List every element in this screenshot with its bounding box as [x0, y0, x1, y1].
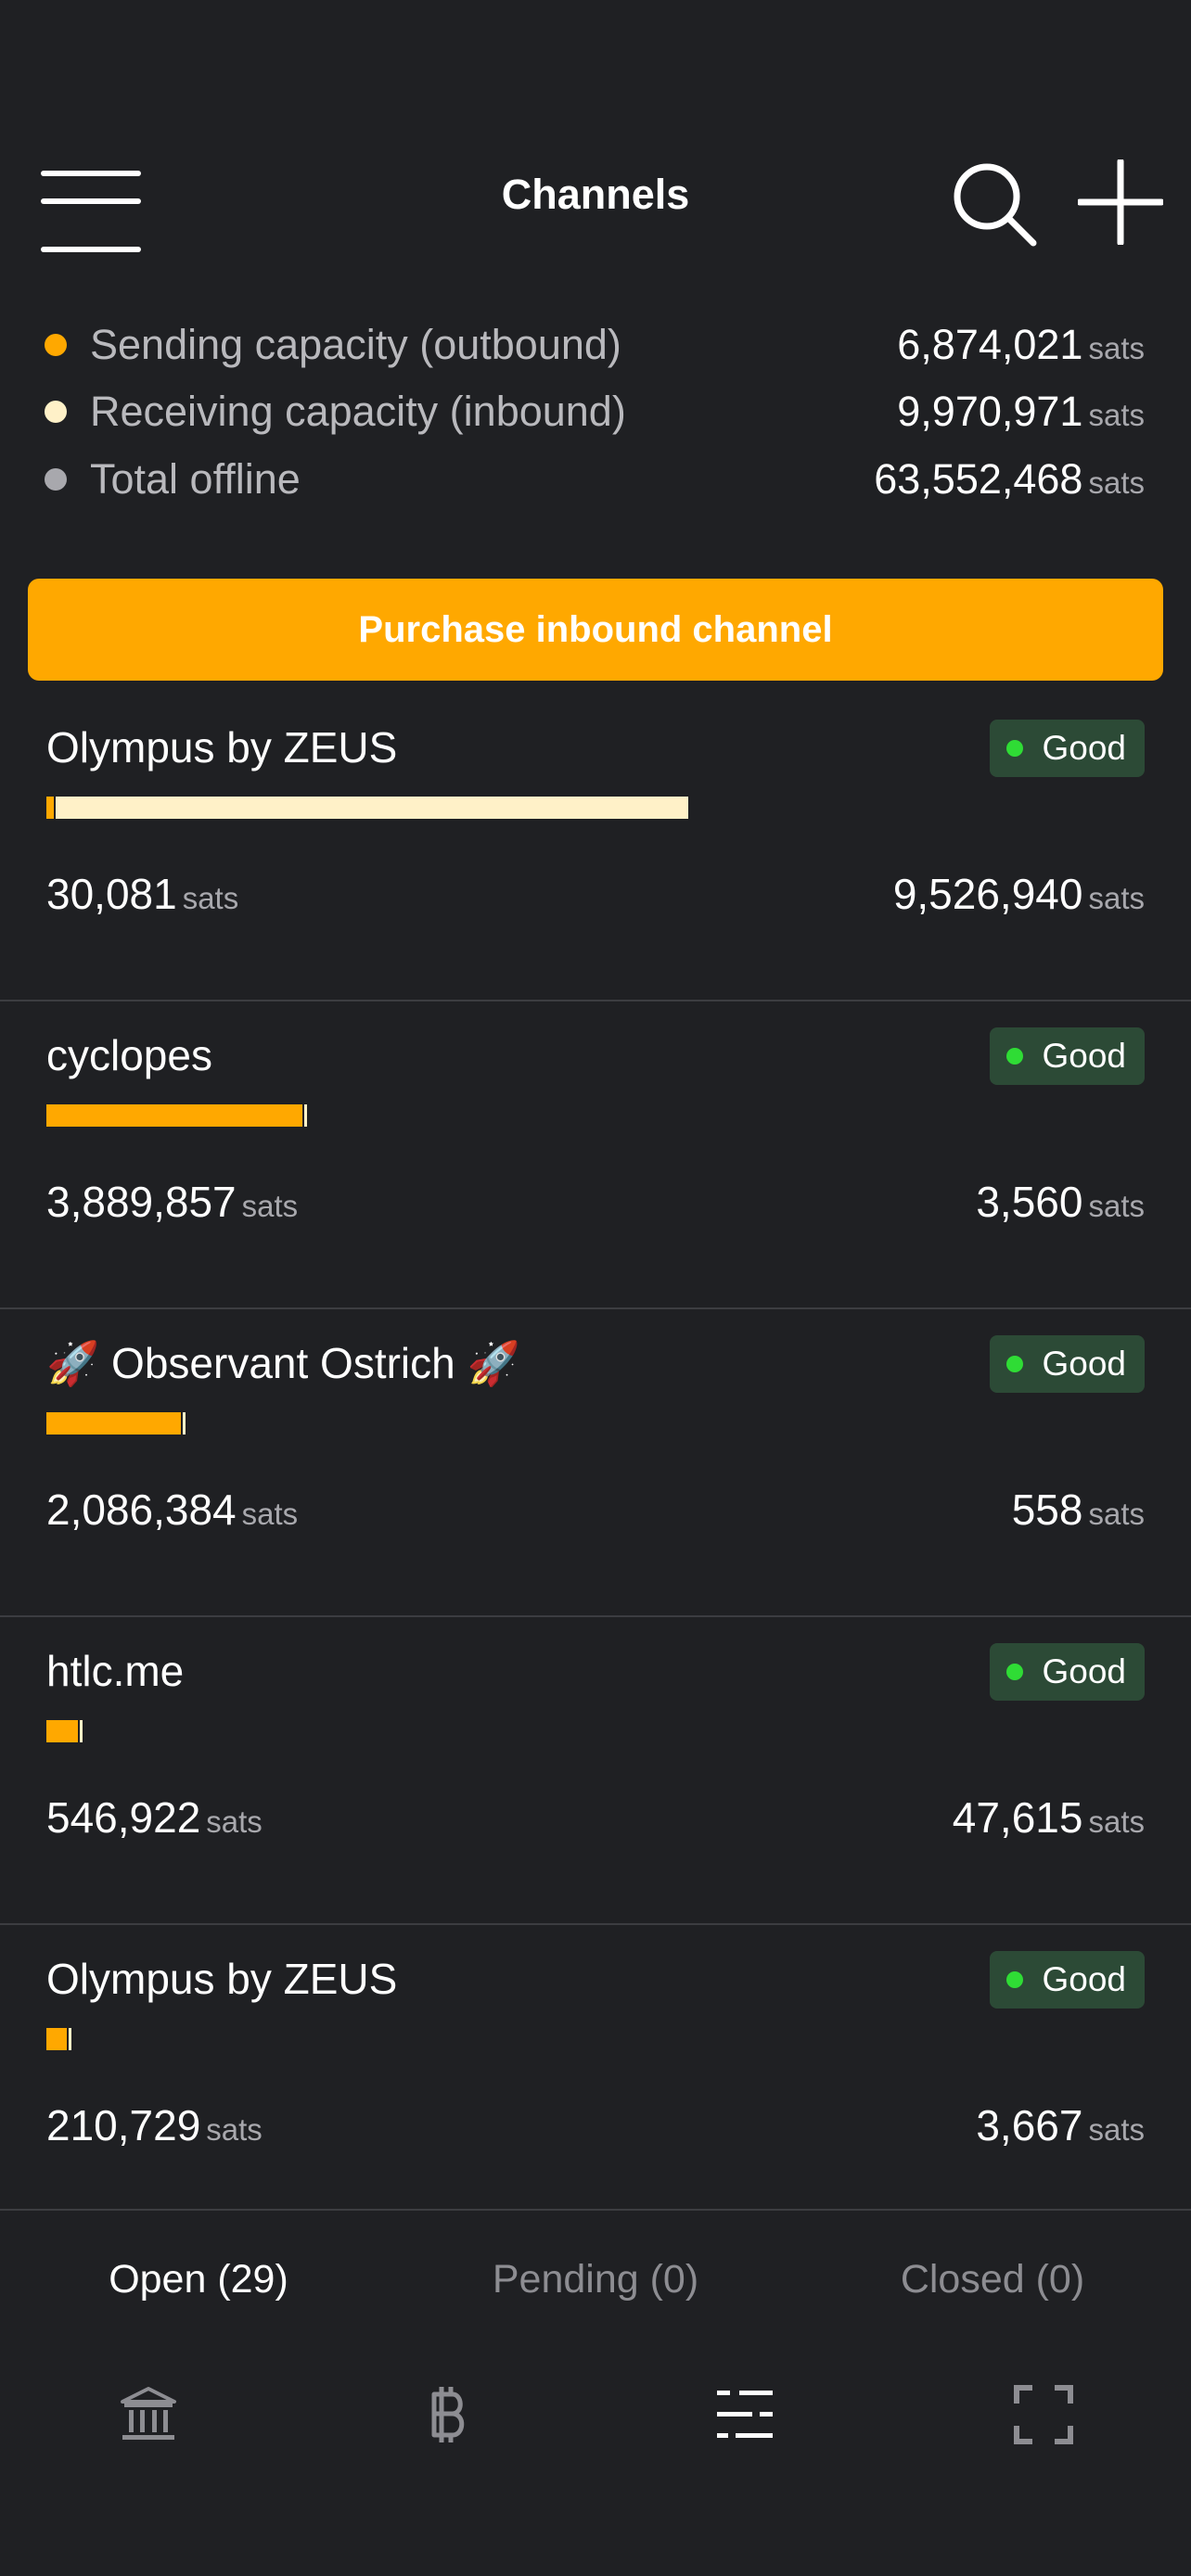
remote-balance-fill	[56, 797, 688, 819]
total-offline-row: Total offline 63,552,468 sats	[0, 446, 1191, 513]
remote-balance-fill	[80, 1720, 83, 1742]
status-badge: Good	[990, 720, 1145, 777]
capacity-bar	[46, 797, 688, 819]
capacity-bar	[46, 1412, 186, 1435]
channel-name: htlc.me	[46, 1647, 185, 1695]
remote-balance: 558 sats	[1011, 1486, 1145, 1534]
local-balance-fill	[46, 797, 54, 819]
sending-dot-icon	[45, 334, 67, 356]
channel-item[interactable]: htlc.me Good 546,922 sats 47,615 sats	[0, 1615, 1191, 1925]
remote-balance-fill	[304, 1104, 307, 1127]
local-balance: 210,729 sats	[46, 2101, 263, 2149]
capacity-bar	[46, 1104, 307, 1127]
channel-name: cyclopes	[46, 1031, 212, 1079]
channel-name: Olympus by ZEUS	[46, 723, 398, 772]
local-balance: 546,922 sats	[46, 1793, 263, 1842]
bitcoin-icon[interactable]	[417, 2385, 477, 2444]
remote-balance-fill	[183, 1412, 186, 1435]
sending-capacity-value: 6,874,021 sats	[897, 321, 1145, 368]
remote-balance: 3,560 sats	[976, 1178, 1145, 1226]
total-offline-value: 63,552,468 sats	[874, 455, 1145, 503]
purchase-inbound-channel-button[interactable]: Purchase inbound channel	[28, 579, 1163, 681]
remote-balance: 9,526,940 sats	[892, 870, 1145, 918]
total-offline-label: Total offline	[90, 455, 301, 503]
capacity-bar	[46, 2028, 71, 2050]
remote-balance: 47,615 sats	[952, 1793, 1145, 1842]
channel-name: Olympus by ZEUS	[46, 1955, 398, 2003]
sending-capacity-label: Sending capacity (outbound)	[90, 321, 621, 368]
search-icon[interactable]	[950, 159, 1039, 249]
tab-pending[interactable]: Pending (0)	[397, 2211, 794, 2348]
receiving-dot-icon	[45, 401, 67, 423]
scan-icon[interactable]	[1014, 2385, 1073, 2444]
status-dot-icon	[1006, 1356, 1024, 1372]
local-balance-fill	[46, 1412, 181, 1435]
status-dot-icon	[1006, 1971, 1024, 1988]
remote-balance-fill	[69, 2028, 71, 2050]
header: Channels	[0, 148, 1191, 260]
status-dot-icon	[1006, 740, 1024, 757]
status-dot-icon	[1006, 1048, 1024, 1065]
local-balance-fill	[46, 2028, 67, 2050]
tab-closed[interactable]: Closed (0)	[794, 2211, 1191, 2348]
add-channel-icon[interactable]	[1078, 159, 1163, 245]
local-balance: 2,086,384 sats	[46, 1486, 299, 1534]
channel-item[interactable]: cyclopes Good 3,889,857 sats 3,560 sats	[0, 1000, 1191, 1309]
capacity-bar	[46, 1720, 83, 1742]
bottom-nav	[0, 2348, 1191, 2478]
channel-name: 🚀 Observant Ostrich 🚀	[46, 1339, 520, 1387]
status-badge: Good	[990, 1951, 1145, 2009]
channel-item[interactable]: Olympus by ZEUS Good 30,081 sats 9,526,940 sa…	[0, 692, 1191, 1001]
tab-open[interactable]: Open (29)	[0, 2211, 397, 2348]
status-badge: Good	[990, 1643, 1145, 1701]
sending-capacity-row: Sending capacity (outbound) 6,874,021 sat…	[0, 312, 1191, 378]
local-balance: 3,889,857 sats	[46, 1178, 299, 1226]
status-dot-icon	[1006, 1664, 1024, 1680]
status-badge: Good	[990, 1027, 1145, 1085]
status-badge: Good	[990, 1335, 1145, 1393]
local-balance: 30,081 sats	[46, 870, 239, 918]
channel-item[interactable]: 🚀 Observant Ostrich 🚀 Good 2,086,384 sats 55…	[0, 1307, 1191, 1617]
local-balance-fill	[46, 1104, 302, 1127]
receiving-capacity-value: 9,970,971 sats	[897, 388, 1145, 435]
bank-icon[interactable]	[119, 2385, 178, 2444]
local-balance-fill	[46, 1720, 78, 1742]
offline-dot-icon	[45, 468, 67, 491]
receiving-capacity-label: Receiving capacity (inbound)	[90, 388, 626, 435]
remote-balance: 3,667 sats	[976, 2101, 1145, 2149]
receiving-capacity-row: Receiving capacity (inbound) 9,970,971 sa…	[0, 378, 1191, 445]
channel-tabs: Open (29) Pending (0) Closed (0)	[0, 2209, 1191, 2350]
channel-item[interactable]: Olympus by ZEUS Good 210,729 sats 3,667 sats	[0, 1923, 1191, 2233]
channels-icon[interactable]	[715, 2385, 775, 2444]
